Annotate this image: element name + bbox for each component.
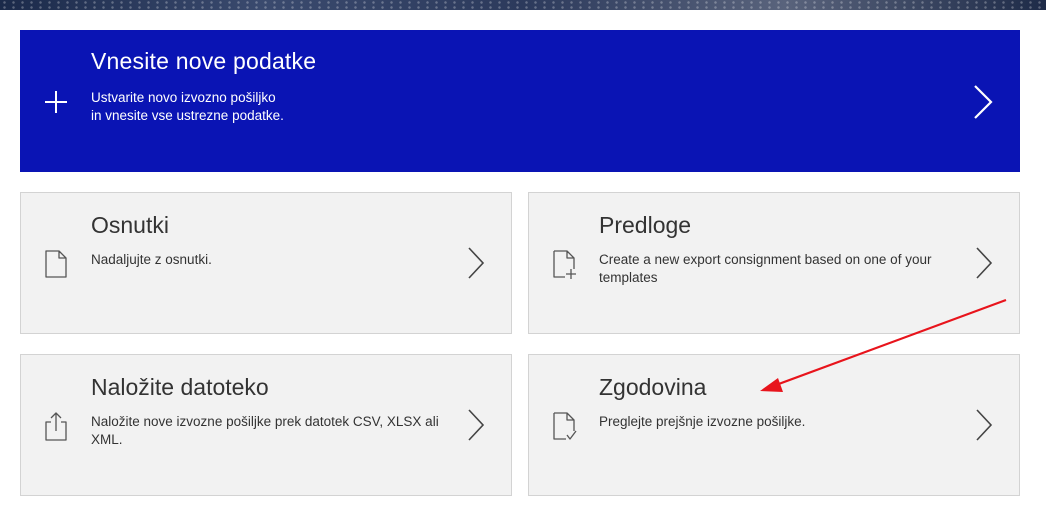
chevron-right-icon <box>976 409 993 441</box>
templates-description: Create a new export consignment based on… <box>599 252 932 285</box>
upload-description: Naložite nove izvozne pošiljke prek dato… <box>91 414 439 447</box>
chevron-right-icon <box>468 409 485 441</box>
history-description: Preglejte prejšnje izvozne pošiljke. <box>599 414 806 429</box>
document-plus-icon <box>553 250 576 279</box>
templates-card[interactable]: Predloge Create a new export consignment… <box>528 192 1020 334</box>
drafts-description: Nadaljujte z osnutki. <box>91 252 212 267</box>
chevron-right-icon <box>976 247 993 279</box>
chevron-right-icon <box>468 247 485 279</box>
hero-title: Vnesite nove podatke <box>91 48 317 74</box>
upload-title: Naložite datoteko <box>91 374 269 400</box>
create-new-consignment-button[interactable]: Vnesite nove podatke Ustvarite novo izvo… <box>20 30 1020 172</box>
document-check-icon <box>553 412 577 440</box>
history-title: Zgodovina <box>599 374 707 400</box>
drafts-title: Osnutki <box>91 212 169 238</box>
hero-description: Ustvarite novo izvozno pošiljko in vnesi… <box>91 90 284 123</box>
upload-icon <box>45 412 67 441</box>
templates-title: Predloge <box>599 212 692 238</box>
plus-icon <box>45 91 67 113</box>
history-card[interactable]: Zgodovina Preglejte prejšnje izvozne poš… <box>528 354 1020 496</box>
document-icon <box>45 250 67 278</box>
chevron-right-icon <box>974 85 993 119</box>
header-banner-image <box>0 0 1046 10</box>
upload-file-card[interactable]: Naložite datoteko Naložite nove izvozne … <box>20 354 512 496</box>
drafts-card[interactable]: Osnutki Nadaljujte z osnutki. <box>20 192 512 334</box>
